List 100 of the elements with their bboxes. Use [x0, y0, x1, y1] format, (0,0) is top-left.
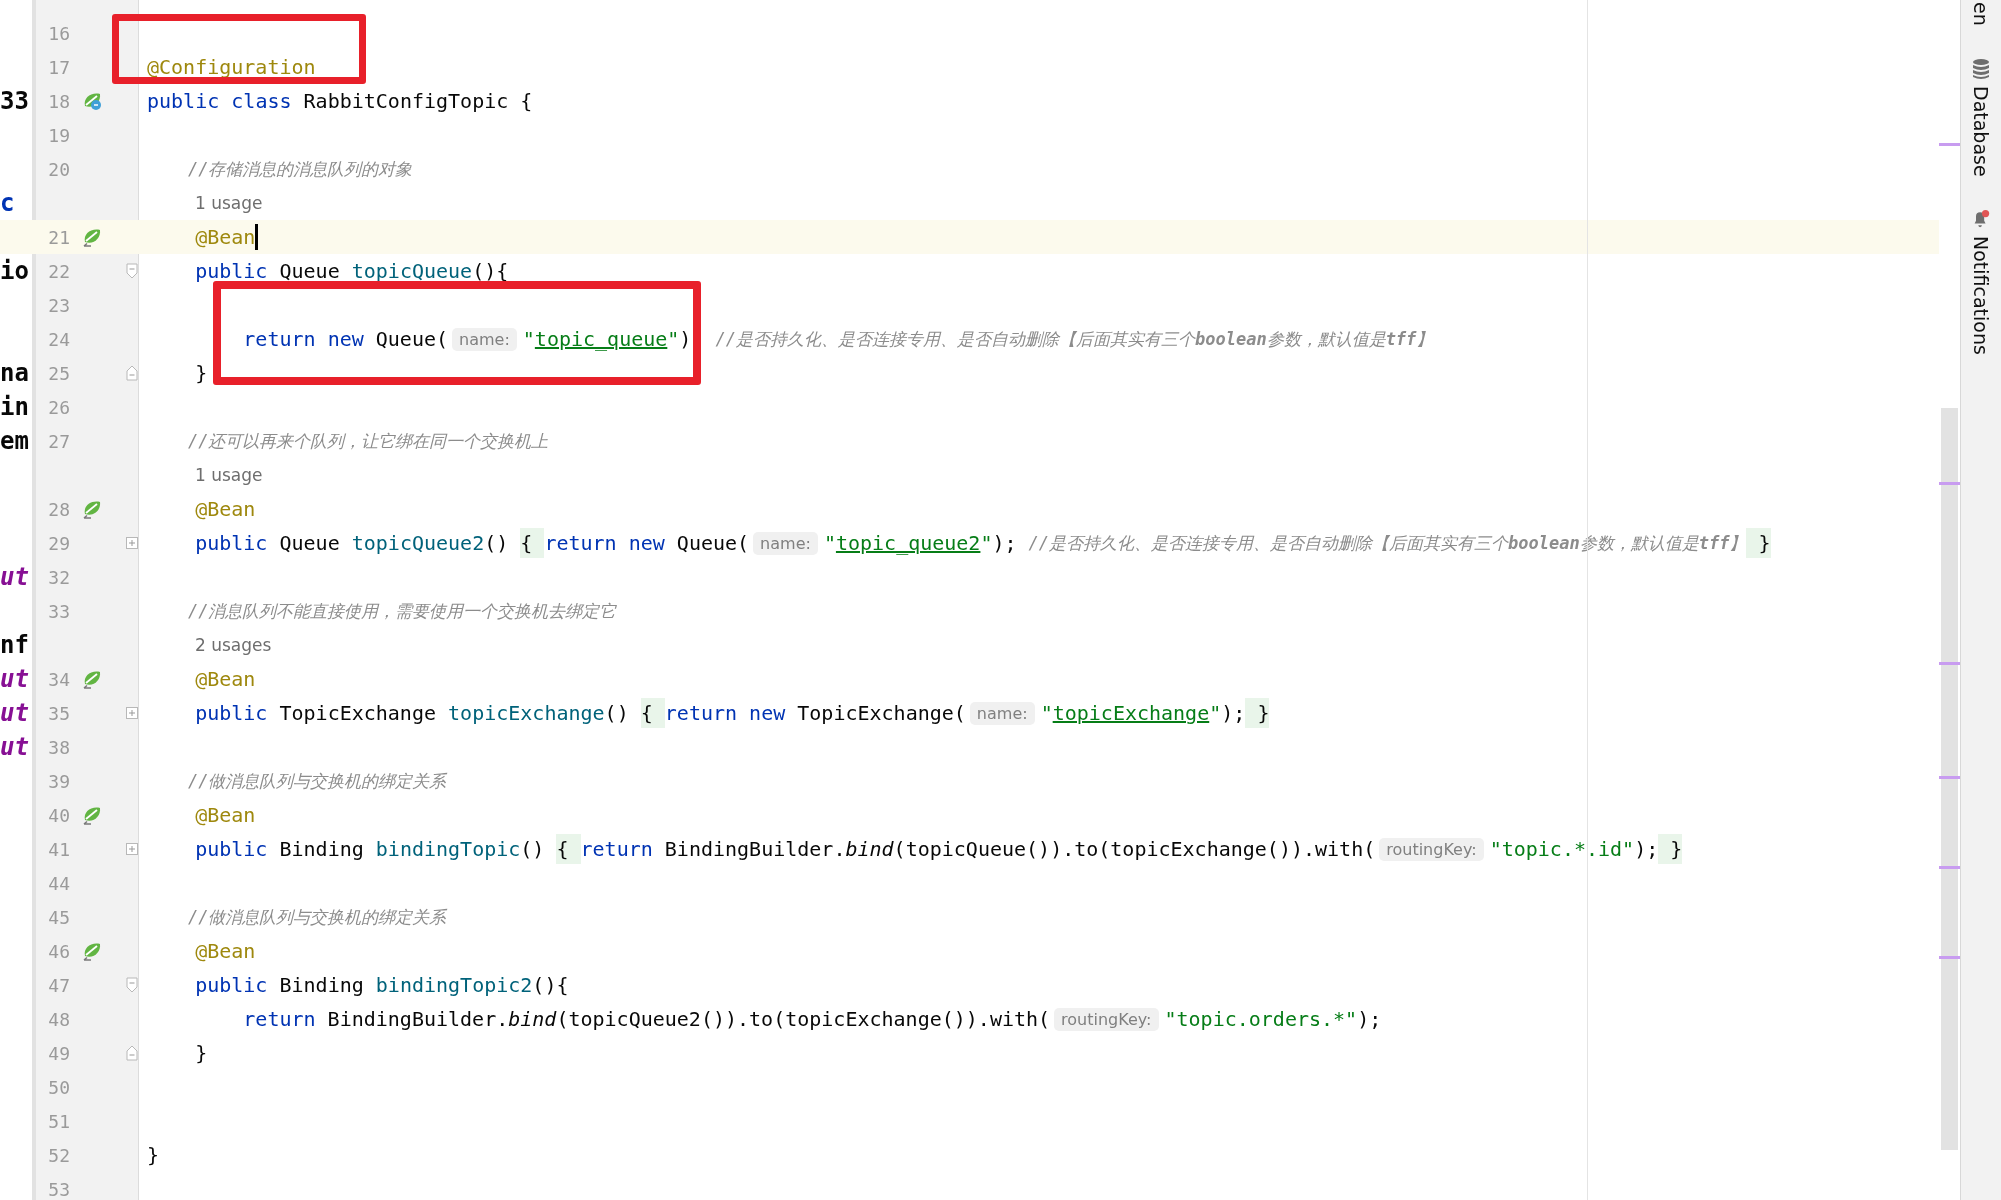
code-text: "topicExchange"); [1040, 701, 1246, 725]
code-text: @Configuration [147, 55, 316, 79]
line-number: 20 [48, 158, 70, 180]
code-fragment: ut [0, 699, 29, 727]
code-text: "topic.orders.*"); [1164, 1007, 1382, 1031]
line-number: 34 [48, 668, 70, 690]
line-number: 22 [48, 260, 70, 282]
fold-marker[interactable] [126, 365, 138, 381]
code-fragment: ut [0, 563, 29, 591]
database-icon[interactable] [1971, 57, 1991, 80]
line-number: 16 [48, 22, 70, 44]
line-number: 41 [48, 838, 70, 860]
folded-code[interactable]: } [1746, 528, 1771, 558]
code-text: return new Queue( [242, 327, 449, 351]
code-text: @Bean [194, 667, 256, 691]
tool-window-tab[interactable]: Database [1970, 85, 1992, 177]
line-number: 40 [48, 804, 70, 826]
line-number: 19 [48, 124, 70, 146]
code-text: @Bean [194, 497, 256, 521]
line-number: 50 [48, 1076, 70, 1098]
code-text: @Bean [194, 225, 256, 249]
line-number: 45 [48, 906, 70, 928]
code-fragment: 33 [0, 87, 29, 115]
tool-window-tab[interactable]: Notifications [1970, 236, 1992, 356]
line-number: 29 [48, 532, 70, 554]
code-comment: //消息队列不能直接使用，需要使用一个交换机去绑定它 [186, 599, 617, 623]
line-number: 49 [48, 1042, 70, 1064]
line-number: 25 [48, 362, 70, 384]
line-number: 38 [48, 736, 70, 758]
line-number: 53 [48, 1178, 70, 1200]
line-number: 46 [48, 940, 70, 962]
code-text: public Binding bindingTopic() [194, 837, 546, 861]
line-number: 33 [48, 600, 70, 622]
code-text: @Bean [194, 803, 256, 827]
code-text: "topic_queue2"); [823, 531, 1018, 555]
folded-code[interactable]: } [1245, 698, 1270, 728]
parameter-hint: routingKey: [1379, 837, 1484, 861]
parameter-hint: name: [969, 701, 1035, 725]
folded-code[interactable]: { [556, 834, 581, 864]
expand-icon[interactable] [126, 537, 138, 549]
line-number: 24 [48, 328, 70, 350]
line-number: 21 [48, 226, 70, 248]
code-text: public class RabbitConfigTopic { [147, 89, 533, 113]
code-text: } [194, 1041, 208, 1065]
usage-hint[interactable]: 1 usage [195, 465, 263, 485]
code-text: public Queue topicQueue2() [194, 531, 510, 555]
code-text: } [147, 1143, 160, 1167]
line-number: 28 [48, 498, 70, 520]
line-number: 26 [48, 396, 70, 418]
code-comment: //是否持久化、是否连接专用、是否自动删除【后面其实有三个boolean参数，默认值是tff】 [715, 327, 1434, 351]
code-fragment: c [0, 189, 15, 217]
line-number: 35 [48, 702, 70, 724]
expand-icon[interactable] [126, 843, 138, 855]
folded-code[interactable]: { [640, 698, 665, 728]
code-text: @Bean [194, 939, 256, 963]
line-number: 44 [48, 872, 70, 894]
folded-code[interactable]: } [1658, 834, 1683, 864]
line-number: 48 [48, 1008, 70, 1030]
code-fragment: io [0, 257, 29, 285]
line-number: 17 [48, 56, 70, 78]
code-text: return new Queue( [544, 531, 750, 555]
text-caret [255, 224, 259, 250]
code-fragment: nf [0, 631, 29, 659]
code-comment: //做消息队列与交换机的绑定关系 [186, 905, 447, 929]
fold-marker[interactable] [126, 977, 138, 993]
code-fragment: em [0, 427, 29, 455]
expand-icon[interactable] [126, 707, 138, 719]
code-fragment: in [0, 393, 29, 421]
code-text: public Binding bindingTopic2(){ [194, 973, 569, 997]
usage-hint[interactable]: 2 usages [195, 635, 272, 655]
code-fragment: na [0, 359, 29, 387]
code-text: return BindingBuilder.bind(topicQueue()).to(topicExchange()).with( [580, 837, 1376, 861]
folded-code[interactable]: { [520, 528, 545, 558]
line-number: 47 [48, 974, 70, 996]
code-fragment: ut [0, 665, 29, 693]
code-comment: //存储消息的消息队列的对象 [186, 157, 413, 181]
fold-marker[interactable] [126, 1045, 138, 1061]
code-text: public TopicExchange topicExchange() [194, 701, 630, 725]
parameter-hint: name: [452, 327, 517, 351]
code-text: return BindingBuilder.bind(topicQueue2()).to(topicExchange()).with( [242, 1007, 1051, 1031]
line-number: 23 [48, 294, 70, 316]
code-comment: //还可以再来个队列，让它绑在同一个交换机上 [186, 429, 549, 453]
code-text: return new TopicExchange( [664, 701, 966, 725]
line-number: 39 [48, 770, 70, 792]
fold-marker[interactable] [126, 263, 138, 279]
line-number: 32 [48, 566, 70, 588]
parameter-hint: name: [753, 531, 818, 555]
tool-window-tab[interactable]: en [1970, 2, 1992, 26]
parameter-hint: routingKey: [1054, 1007, 1159, 1031]
code-comment: //做消息队列与交换机的绑定关系 [186, 769, 447, 793]
line-number: 18 [48, 90, 70, 112]
scrollbar-thumb[interactable] [1941, 408, 1958, 1150]
code-text: public Queue topicQueue(){ [194, 259, 509, 283]
code-fragment: ut [0, 733, 29, 761]
line-number: 52 [48, 1144, 70, 1166]
code-text: } [194, 361, 208, 385]
line-number: 51 [48, 1110, 70, 1132]
line-number: 27 [48, 430, 70, 452]
code-text: "topic.*.id"); [1489, 837, 1659, 861]
usage-hint[interactable]: 1 usage [195, 193, 263, 213]
